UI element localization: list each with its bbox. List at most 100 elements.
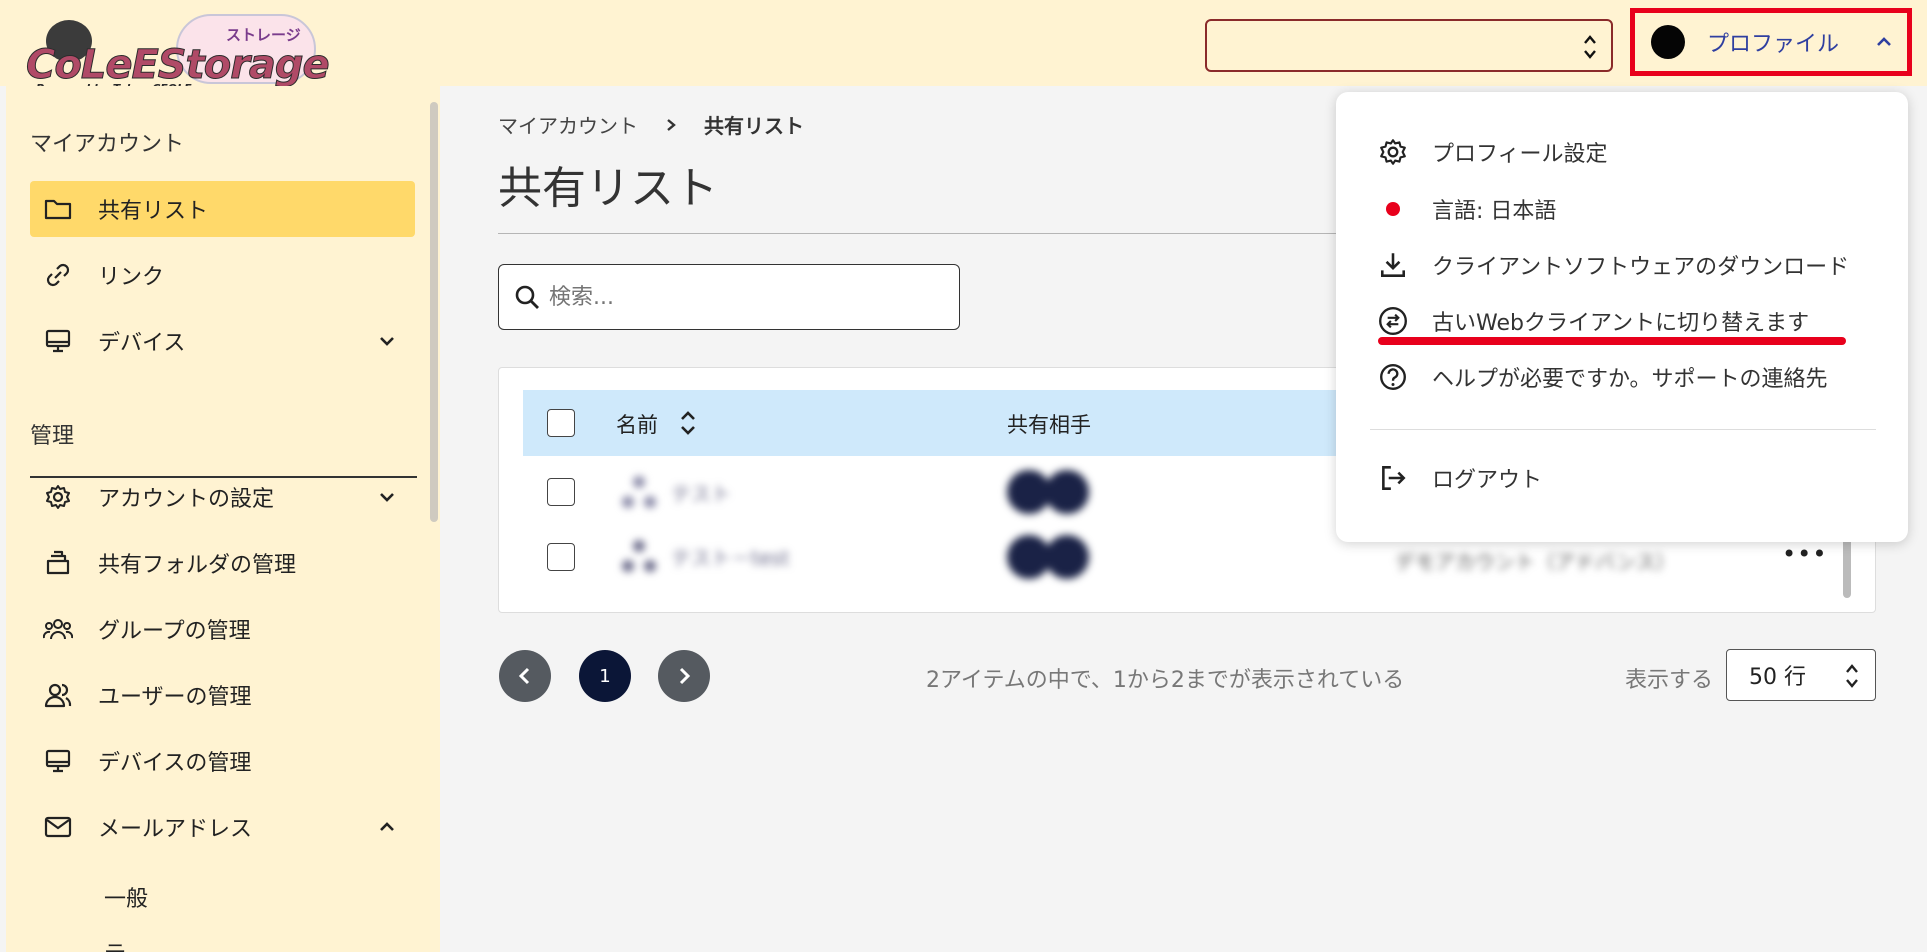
- column-header-name[interactable]: 名前: [616, 409, 658, 439]
- select-all-checkbox[interactable]: [547, 409, 575, 437]
- gear-icon: [1376, 135, 1410, 169]
- search-box[interactable]: [498, 264, 960, 330]
- monitor-icon: [42, 745, 74, 777]
- breadcrumb-my-account[interactable]: マイアカウント: [498, 110, 638, 139]
- shared-folder-icon: [622, 540, 656, 572]
- column-header-shared-with[interactable]: 共有相手: [1007, 409, 1091, 439]
- sidebar-subitem-general[interactable]: 一般: [104, 881, 148, 913]
- chevron-up-icon[interactable]: [377, 817, 397, 837]
- red-dot-icon: [1376, 192, 1410, 226]
- sidebar-item-email[interactable]: メールアドレス: [30, 799, 415, 855]
- profile-button[interactable]: プロファイル: [1630, 8, 1912, 76]
- app-logo[interactable]: CoLeEStorage ストレージ Powered by Tokyo CEOL…: [26, 12, 330, 95]
- sidebar-item-label: デバイス: [98, 331, 186, 356]
- sidebar-item-label: 共有リスト: [98, 199, 209, 224]
- chevron-up-icon: [1877, 37, 1891, 46]
- row-checkbox[interactable]: [547, 543, 575, 571]
- menu-item-help[interactable]: ヘルプが必要ですか。サポートの連絡先: [1376, 357, 1896, 397]
- top-bar: CoLeEStorage ストレージ Powered by Tokyo CEOL…: [0, 0, 1927, 95]
- shared-with-avatars: [1007, 535, 1089, 585]
- link-icon: [42, 259, 74, 291]
- shared-folder-icon: [622, 476, 656, 508]
- sidebar-item-label: アカウントの設定: [98, 487, 275, 512]
- rows-per-page-value: 50 行: [1749, 665, 1806, 690]
- menu-item-logout[interactable]: ログアウト: [1376, 458, 1896, 498]
- chevron-left-icon: [518, 667, 530, 685]
- menu-item-label: 言語: 日本語: [1432, 199, 1557, 224]
- menu-item-label: クライアントソフトウェアのダウンロード: [1432, 255, 1850, 280]
- breadcrumb: マイアカウント 共有リスト: [498, 110, 804, 139]
- swap-icon: [1376, 304, 1410, 338]
- highlight-underline: [1378, 337, 1846, 345]
- pagination-page-1[interactable]: 1: [579, 650, 631, 702]
- pagination-next-button[interactable]: [658, 650, 710, 702]
- table-row-name[interactable]: テスト－test: [619, 536, 789, 576]
- avatar: [1045, 470, 1089, 514]
- row-more-menu-button[interactable]: •••: [1782, 540, 1827, 568]
- row-checkbox[interactable]: [547, 478, 575, 506]
- menu-item-switch-old-client[interactable]: 古いWebクライアントに切り替えます: [1376, 301, 1896, 341]
- rows-per-page-select[interactable]: 50 行: [1726, 649, 1876, 701]
- logo-subtext: ストレージ: [226, 26, 301, 44]
- sidebar-item-label: ユーザーの管理: [98, 685, 252, 710]
- shared-with-avatars: [1007, 470, 1089, 520]
- menu-item-label: 古いWebクライアントに切り替えます: [1432, 311, 1810, 336]
- menu-item-label: ログアウト: [1432, 468, 1543, 493]
- profile-dropdown-menu: プロフィール設定 言語: 日本語 クライアントソフトウェアのダウンロード 古いW…: [1336, 92, 1908, 542]
- sidebar-item-label: 共有フォルダの管理: [98, 553, 297, 578]
- sidebar-item-shared-folder-admin[interactable]: 共有フォルダの管理: [30, 535, 415, 591]
- sidebar: マイアカウント 共有リスト リンク デバイス 管理 アカウントの設定 共有フォル…: [6, 86, 440, 952]
- avatar: [1045, 535, 1089, 579]
- breadcrumb-current: 共有リスト: [704, 114, 804, 138]
- menu-divider: [1370, 429, 1876, 430]
- profile-label: プロファイル: [1707, 32, 1840, 57]
- chevron-down-icon[interactable]: [377, 487, 397, 507]
- sidebar-scrollbar[interactable]: [430, 102, 438, 522]
- table-row-name[interactable]: テスト: [619, 472, 731, 512]
- sort-icon[interactable]: [679, 409, 697, 437]
- folder-icon: [42, 193, 74, 225]
- sidebar-item-label: グループの管理: [98, 619, 251, 644]
- search-icon: [515, 285, 539, 309]
- sidebar-item-label: メールアドレス: [98, 817, 253, 842]
- chevron-right-icon: [667, 118, 676, 131]
- menu-item-label: プロフィール設定: [1432, 142, 1608, 167]
- pagination-info: 2アイテムの中で、1から2までが表示されている: [926, 668, 1405, 693]
- menu-item-label: ヘルプが必要ですか。サポートの連絡先: [1432, 367, 1828, 392]
- sidebar-item-links[interactable]: リンク: [30, 247, 415, 303]
- sidebar-item-devices[interactable]: デバイス: [30, 313, 415, 369]
- mail-icon: [42, 811, 74, 843]
- sidebar-item-label: リンク: [98, 265, 165, 290]
- search-input[interactable]: [549, 284, 929, 310]
- sidebar-section-my-account: マイアカウント: [30, 132, 185, 157]
- sidebar-item-account-settings[interactable]: アカウントの設定: [30, 469, 415, 525]
- owner-name: デモアカウント（アドバンス）: [1395, 550, 1676, 574]
- logout-icon: [1376, 461, 1410, 495]
- sidebar-section-admin: 管理: [30, 424, 75, 449]
- chevron-right-icon: [679, 667, 691, 685]
- rows-per-page-label: 表示する: [1625, 668, 1714, 693]
- menu-item-language[interactable]: 言語: 日本語: [1376, 189, 1896, 229]
- gear-icon: [42, 481, 74, 513]
- sidebar-item-user-admin[interactable]: ユーザーの管理: [30, 667, 415, 723]
- sidebar-subitem-partial[interactable]: テ: [104, 936, 126, 952]
- sidebar-item-shared-list[interactable]: 共有リスト: [30, 181, 415, 237]
- users-icon: [42, 679, 74, 711]
- menu-item-profile-settings[interactable]: プロフィール設定: [1376, 132, 1896, 172]
- select-arrows-icon: [1584, 35, 1596, 59]
- menu-item-client-download[interactable]: クライアントソフトウェアのダウンロード: [1376, 245, 1896, 285]
- help-icon: [1376, 360, 1410, 394]
- pagination-prev-button[interactable]: [499, 650, 551, 702]
- sidebar-item-device-admin[interactable]: デバイスの管理: [30, 733, 415, 789]
- download-icon: [1376, 248, 1410, 282]
- sidebar-item-label: デバイスの管理: [98, 751, 252, 776]
- monitor-icon: [42, 325, 74, 357]
- profile-avatar: [1651, 25, 1685, 59]
- organization-select[interactable]: [1205, 19, 1613, 72]
- archive-icon: [42, 547, 74, 579]
- page-title: 共有リスト: [498, 163, 718, 214]
- group-icon: [42, 613, 74, 645]
- chevron-down-icon[interactable]: [377, 331, 397, 351]
- sidebar-item-group-admin[interactable]: グループの管理: [30, 601, 415, 657]
- select-arrows-icon: [1846, 664, 1858, 688]
